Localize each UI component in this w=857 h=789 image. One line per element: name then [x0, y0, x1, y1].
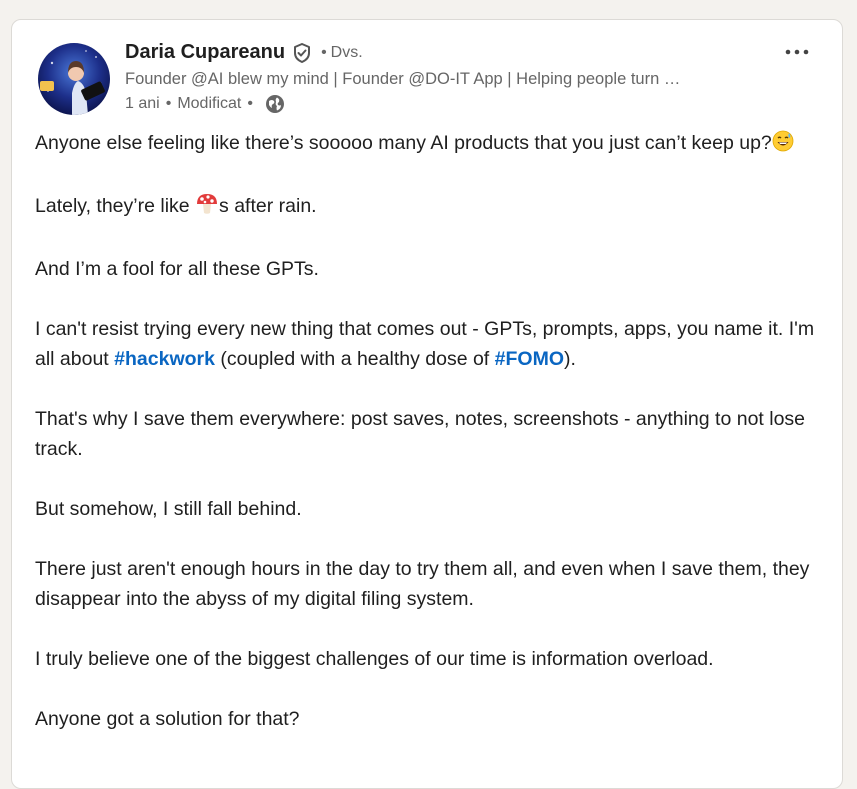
- post-paragraph: Anyone got a solution for that?: [35, 708, 300, 730]
- post-paragraph: But somehow, I still fall behind.: [35, 498, 302, 520]
- post-paragraph: I truly believe one of the biggest chall…: [35, 648, 714, 670]
- author-headline: Founder @AI blew my mind | Founder @DO-I…: [125, 70, 681, 88]
- hashtag-fomo-link[interactable]: #FOMO: [495, 348, 564, 370]
- sweat-smile-emoji: [772, 130, 794, 161]
- globe-icon: [265, 94, 285, 114]
- author-avatar[interactable]: [38, 43, 110, 115]
- relation-label: Dvs.: [330, 43, 363, 61]
- edited-label: Modificat: [177, 95, 242, 112]
- author-name-line: Daria Cupareanu • Dvs.: [125, 41, 363, 64]
- meta-separator: •: [165, 95, 172, 112]
- post-paragraph: I can't resist trying every new thing th…: [35, 318, 815, 370]
- post-card: Daria Cupareanu • Dvs. Founder @AI blew …: [11, 19, 843, 789]
- post-paragraph: That's why I save them everywhere: post …: [35, 408, 806, 460]
- relation-separator: •: [321, 43, 327, 61]
- author-name[interactable]: Daria Cupareanu: [125, 41, 285, 64]
- post-text: Anyone else feeling like there’s sooooo …: [35, 128, 830, 764]
- meta-separator: •: [247, 95, 253, 112]
- more-options-icon[interactable]: [782, 40, 812, 64]
- post-paragraph: Anyone else feeling like there’s sooooo …: [35, 128, 830, 161]
- post-paragraph: There just aren't enough hours in the da…: [35, 558, 810, 610]
- post-time[interactable]: 1 ani: [125, 95, 160, 113]
- post-paragraph: Lately, they’re like s after rain.: [35, 191, 830, 224]
- verified-shield-icon[interactable]: [291, 42, 313, 64]
- hashtag-hackwork-link[interactable]: #hackwork: [114, 348, 215, 370]
- post-paragraph: And I’m a fool for all these GPTs.: [35, 258, 319, 280]
- post-meta: 1 ani • Modificat •: [125, 94, 285, 114]
- mushroom-emoji: [195, 193, 219, 224]
